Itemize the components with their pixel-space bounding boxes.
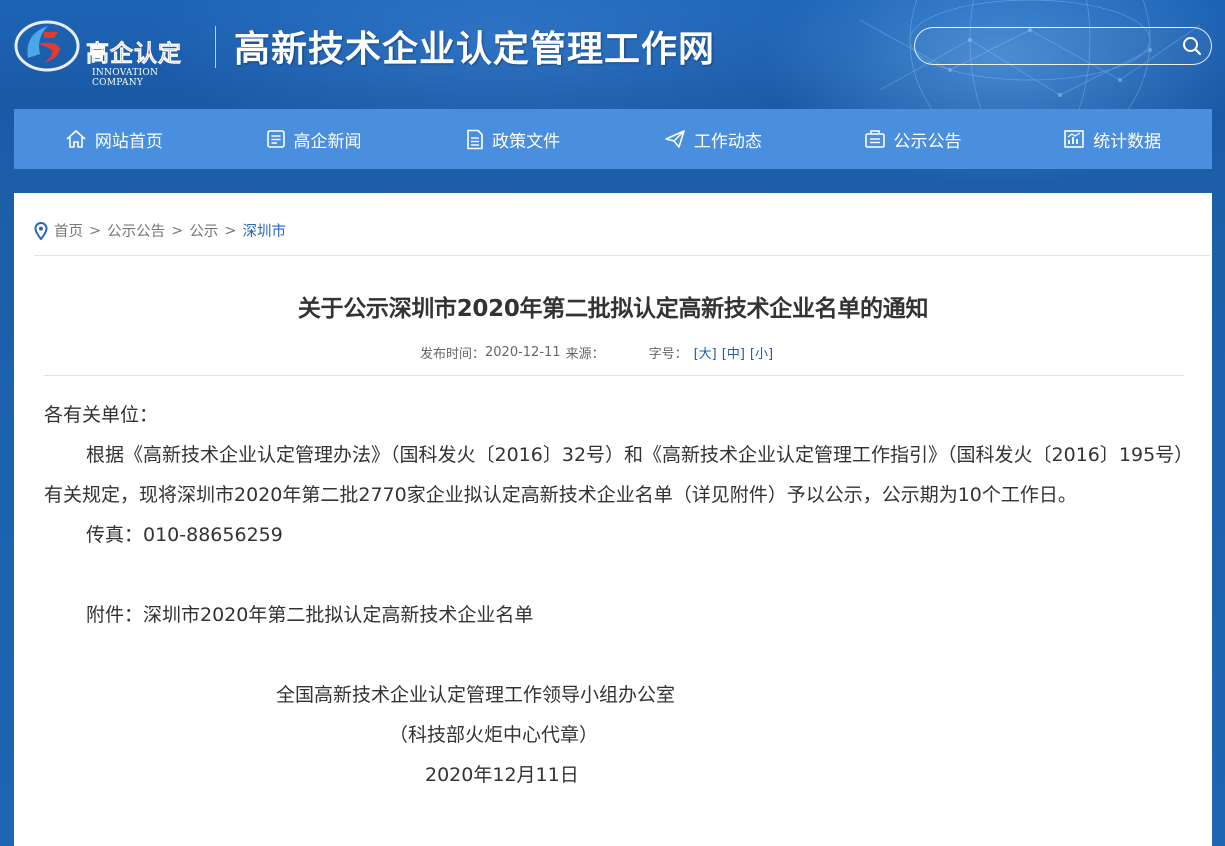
font-size-medium-link[interactable]: [中] [722, 343, 745, 362]
signature-org: 全国高新技术企业认定管理工作领导小组办公室 [276, 684, 676, 706]
logo-divider [215, 26, 216, 68]
search-box [914, 27, 1212, 65]
font-size-small-link[interactable]: [小] [750, 343, 773, 362]
home-icon [66, 129, 86, 148]
divider [44, 375, 1184, 376]
article-body: 各有关单位： 根据《高新技术企业认定管理办法》（国科发火〔2016〕32号）和《… [44, 395, 1186, 795]
nav-item-news[interactable]: 高企新闻 [214, 109, 414, 169]
nav-item-label: 高企新闻 [293, 131, 362, 152]
signature-note: （科技部火炬中心代章） [389, 724, 599, 746]
breadcrumb-separator: > [89, 222, 102, 239]
nav-item-label: 工作动态 [693, 131, 762, 152]
logo-english-text: INNOVATION COMPANY [92, 68, 159, 88]
main-nav: 网站首页 高企新闻 政策文件 工作动态 公示公告 统计数据 [14, 109, 1212, 169]
salutation: 各有关单位： [44, 404, 159, 426]
nav-item-label: 统计数据 [1093, 131, 1162, 152]
divider [34, 255, 1210, 256]
breadcrumb-publicity[interactable]: 公示 [189, 220, 218, 241]
nav-item-label: 公示公告 [893, 131, 962, 152]
nav-item-statistics[interactable]: 统计数据 [1012, 109, 1212, 169]
logo-chinese-text: 高企认定 [86, 41, 182, 68]
attachment-link[interactable]: 附件：深圳市2020年第二批拟认定高新技术企业名单 [44, 595, 1186, 635]
publish-date: 2020-12-11 [485, 345, 561, 360]
paragraph: 根据《高新技术企业认定管理办法》（国科发火〔2016〕32号）和《高新技术企业认… [44, 444, 1184, 506]
site-title: 高新技术企业认定管理工作网 [234, 28, 716, 70]
breadcrumb-home[interactable]: 首页 [54, 220, 83, 241]
nav-item-label: 网站首页 [94, 131, 163, 152]
logo-emblem-icon [14, 20, 80, 72]
chart-icon [1064, 130, 1084, 148]
source-label: 来源： [565, 347, 605, 362]
send-icon [665, 130, 685, 148]
document-icon [467, 129, 483, 149]
publish-label: 发布时间： [420, 347, 486, 362]
nav-item-work-updates[interactable]: 工作动态 [613, 109, 813, 169]
nav-item-home[interactable]: 网站首页 [14, 109, 214, 169]
font-size-label: 字号： [648, 347, 688, 362]
breadcrumb-separator: > [171, 222, 184, 239]
breadcrumb-notices[interactable]: 公示公告 [107, 220, 165, 241]
breadcrumb: 首页 > 公示公告 > 公示 > 深圳市 [34, 220, 286, 241]
notice-icon [864, 130, 885, 148]
search-icon[interactable] [1181, 35, 1203, 57]
news-icon [266, 130, 285, 148]
signature-date: 2020年12月11日 [425, 764, 579, 786]
location-pin-icon [34, 221, 48, 240]
search-input[interactable] [929, 34, 1173, 60]
breadcrumb-separator: > [224, 222, 237, 239]
content-panel: 首页 > 公示公告 > 公示 > 深圳市 关于公示深圳市2020年第二批拟认定高… [14, 193, 1212, 846]
fax-line: 传真：010-88656259 [86, 524, 283, 546]
nav-item-notices[interactable]: 公示公告 [813, 109, 1013, 169]
font-size-large-link[interactable]: [大] [694, 343, 717, 362]
nav-item-label: 政策文件 [492, 131, 561, 152]
site-logo[interactable]: 高企认定 INNOVATION COMPANY [14, 14, 199, 88]
article-title: 关于公示深圳市2020年第二批拟认定高新技术企业名单的通知 [297, 296, 929, 322]
article-meta: 发布时间： 2020-12-11 来源： 字号： [大] [中] [小] [420, 343, 773, 362]
nav-item-policy[interactable]: 政策文件 [413, 109, 613, 169]
breadcrumb-current[interactable]: 深圳市 [242, 220, 286, 241]
